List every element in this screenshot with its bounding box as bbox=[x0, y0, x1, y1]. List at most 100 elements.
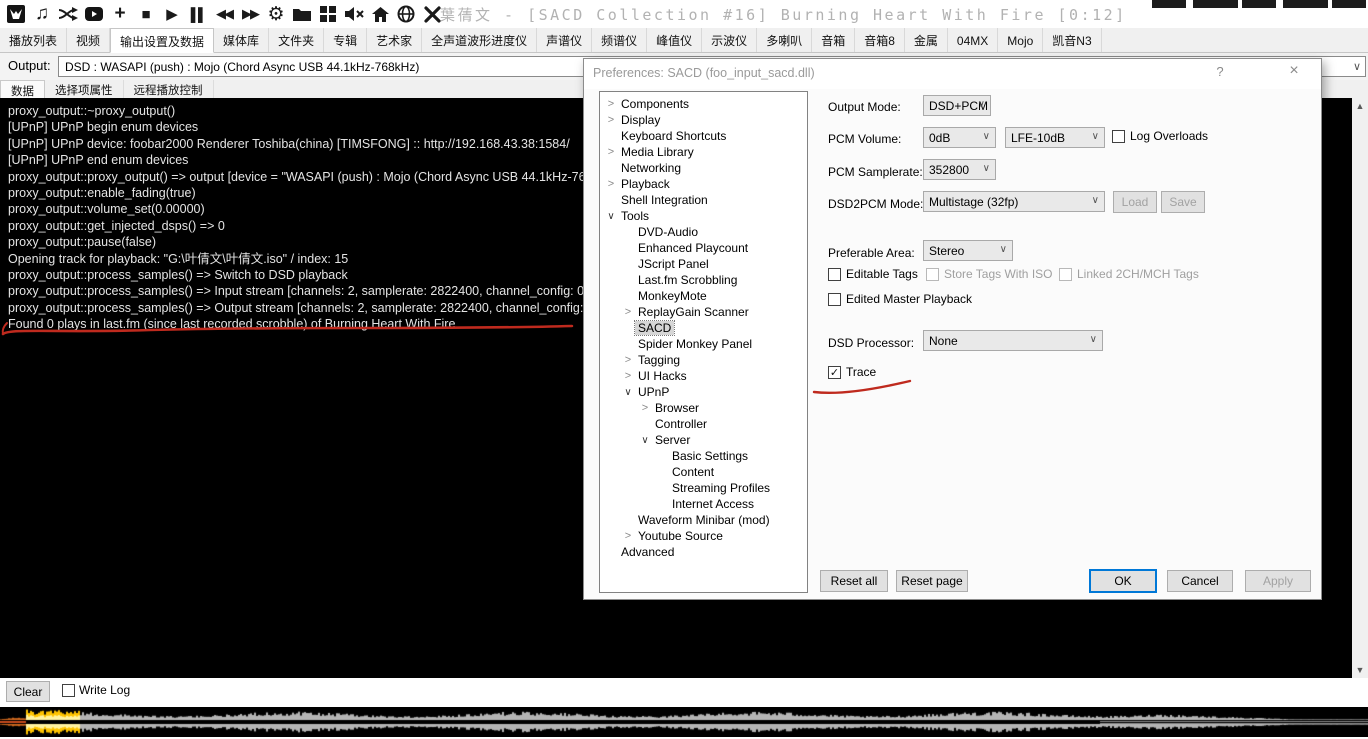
stop-icon[interactable]: ■ bbox=[134, 2, 158, 26]
console-scrollbar[interactable]: ▲ ▼ bbox=[1352, 98, 1368, 678]
log-overloads-option[interactable]: Log Overloads bbox=[1112, 129, 1208, 143]
preferable-area-combo[interactable]: Stereo∨ bbox=[923, 240, 1013, 261]
tree-item-youtube-source[interactable]: >Youtube Source bbox=[600, 528, 807, 544]
tab-播放列表[interactable]: 播放列表 bbox=[0, 28, 67, 52]
add-icon[interactable]: + bbox=[108, 2, 132, 26]
tab-音箱[interactable]: 音箱 bbox=[812, 28, 855, 52]
close-icon[interactable]: × bbox=[1281, 62, 1307, 84]
write-log-checkbox[interactable] bbox=[62, 684, 75, 697]
fast-forward-icon[interactable]: ▶▶ bbox=[238, 2, 262, 26]
tree-item-upnp[interactable]: ∨UPnP bbox=[600, 384, 807, 400]
tab-04MX[interactable]: 04MX bbox=[948, 28, 998, 52]
tree-item-browser[interactable]: >Browser bbox=[600, 400, 807, 416]
tree-item-replaygain-scanner[interactable]: >ReplayGain Scanner bbox=[600, 304, 807, 320]
tree-item-content[interactable]: Content bbox=[600, 464, 807, 480]
dsd2pcm-mode-combo[interactable]: Multistage (32fp)∨ bbox=[923, 191, 1105, 212]
tree-item-components[interactable]: >Components bbox=[600, 96, 807, 112]
tab-输出设置及数据[interactable]: 输出设置及数据 bbox=[110, 28, 214, 53]
scroll-up-icon[interactable]: ▲ bbox=[1352, 98, 1368, 114]
tree-item-media-library[interactable]: >Media Library bbox=[600, 144, 807, 160]
tree-item-waveform-minibar-mod-[interactable]: Waveform Minibar (mod) bbox=[600, 512, 807, 528]
trace-checkbox[interactable]: ✓ bbox=[828, 366, 841, 379]
mute-icon[interactable] bbox=[342, 2, 366, 26]
tab-视频[interactable]: 视频 bbox=[67, 28, 110, 52]
tab-凯音N3[interactable]: 凯音N3 bbox=[1043, 28, 1101, 52]
cancel-button[interactable]: Cancel bbox=[1167, 570, 1233, 592]
youtube-icon[interactable] bbox=[82, 2, 106, 26]
reset-page-button[interactable]: Reset page bbox=[896, 570, 968, 592]
tree-item-server[interactable]: ∨Server bbox=[600, 432, 807, 448]
pause-icon[interactable]: ▌▌ bbox=[186, 2, 210, 26]
tab-声谱仪[interactable]: 声谱仪 bbox=[537, 28, 592, 52]
subtab-远程播放控制[interactable]: 远程播放控制 bbox=[124, 80, 214, 98]
music-note-icon[interactable]: ♫ bbox=[30, 2, 54, 26]
dsd-processor-combo[interactable]: None∨ bbox=[923, 330, 1103, 351]
subtab-选择项属性[interactable]: 选择项属性 bbox=[45, 80, 124, 98]
reset-all-button[interactable]: Reset all bbox=[820, 570, 888, 592]
subtab-数据[interactable]: 数据 bbox=[0, 80, 45, 98]
tab-频谱仪[interactable]: 频谱仪 bbox=[592, 28, 647, 52]
tab-示波仪[interactable]: 示波仪 bbox=[702, 28, 757, 52]
tab-媒体库[interactable]: 媒体库 bbox=[214, 28, 269, 52]
tree-item-jscript-panel[interactable]: JScript Panel bbox=[600, 256, 807, 272]
apply-button[interactable]: Apply bbox=[1245, 570, 1311, 592]
tree-item-basic-settings[interactable]: Basic Settings bbox=[600, 448, 807, 464]
settings-gear-icon[interactable]: ⚙ bbox=[264, 2, 288, 26]
tab-Mojo[interactable]: Mojo bbox=[998, 28, 1043, 52]
tab-多喇叭[interactable]: 多喇叭 bbox=[757, 28, 812, 52]
tree-item-streaming-profiles[interactable]: Streaming Profiles bbox=[600, 480, 807, 496]
tree-item-spider-monkey-panel[interactable]: Spider Monkey Panel bbox=[600, 336, 807, 352]
tab-金属[interactable]: 金属 bbox=[905, 28, 948, 52]
save-button[interactable]: Save bbox=[1161, 191, 1205, 213]
trace-option[interactable]: ✓ Trace bbox=[828, 365, 876, 379]
log-overloads-checkbox[interactable] bbox=[1112, 130, 1125, 143]
tree-item-keyboard-shortcuts[interactable]: Keyboard Shortcuts bbox=[600, 128, 807, 144]
tree-item-ui-hacks[interactable]: >UI Hacks bbox=[600, 368, 807, 384]
tab-文件夹[interactable]: 文件夹 bbox=[269, 28, 324, 52]
editable-tags-option[interactable]: Editable Tags bbox=[828, 267, 918, 281]
tree-item-enhanced-playcount[interactable]: Enhanced Playcount bbox=[600, 240, 807, 256]
tree-item-shell-integration[interactable]: Shell Integration bbox=[600, 192, 807, 208]
load-button[interactable]: Load bbox=[1113, 191, 1157, 213]
tab-峰值仪[interactable]: 峰值仪 bbox=[647, 28, 702, 52]
tree-item-internet-access[interactable]: Internet Access bbox=[600, 496, 807, 512]
ok-button[interactable]: OK bbox=[1089, 569, 1157, 593]
tab-音箱8[interactable]: 音箱8 bbox=[855, 28, 905, 52]
edited-master-checkbox[interactable] bbox=[828, 293, 841, 306]
write-log-option[interactable]: Write Log bbox=[62, 683, 130, 697]
tab-全声道波形进度仪[interactable]: 全声道波形进度仪 bbox=[422, 28, 537, 52]
waveform-seekbar[interactable] bbox=[0, 707, 1368, 737]
foobar-logo-icon[interactable] bbox=[4, 2, 28, 26]
lfe-volume-combo[interactable]: LFE-10dB∨ bbox=[1005, 127, 1105, 148]
tree-item-dvd-audio[interactable]: DVD-Audio bbox=[600, 224, 807, 240]
tree-item-tagging[interactable]: >Tagging bbox=[600, 352, 807, 368]
help-icon[interactable]: ? bbox=[1209, 64, 1231, 84]
shuffle-icon[interactable] bbox=[56, 2, 80, 26]
chevron-right-icon: > bbox=[621, 530, 635, 542]
editable-tags-checkbox[interactable] bbox=[828, 268, 841, 281]
scroll-down-icon[interactable]: ▼ bbox=[1352, 662, 1368, 678]
edited-master-option[interactable]: Edited Master Playback bbox=[828, 292, 972, 306]
tree-item-networking[interactable]: Networking bbox=[600, 160, 807, 176]
tree-item-tools[interactable]: ∨Tools bbox=[600, 208, 807, 224]
tree-item-sacd[interactable]: SACD bbox=[600, 320, 807, 336]
rewind-icon[interactable]: ◀◀ bbox=[212, 2, 236, 26]
output-mode-combo[interactable]: DSD+PCM∨ bbox=[923, 95, 991, 116]
tree-item-display[interactable]: >Display bbox=[600, 112, 807, 128]
home-icon[interactable] bbox=[368, 2, 392, 26]
play-icon[interactable]: ▶ bbox=[160, 2, 184, 26]
tab-艺术家[interactable]: 艺术家 bbox=[367, 28, 422, 52]
web-globe-icon[interactable] bbox=[394, 2, 418, 26]
tab-专辑[interactable]: 专辑 bbox=[324, 28, 367, 52]
pcm-samplerate-combo[interactable]: 352800∨ bbox=[923, 159, 996, 180]
layout-grid-icon[interactable] bbox=[316, 2, 340, 26]
tree-item-playback[interactable]: >Playback bbox=[600, 176, 807, 192]
folder-icon[interactable] bbox=[290, 2, 314, 26]
tree-item-last-fm-scrobbling[interactable]: Last.fm Scrobbling bbox=[600, 272, 807, 288]
clear-button[interactable]: Clear bbox=[6, 681, 50, 702]
tree-item-monkeymote[interactable]: MonkeyMote bbox=[600, 288, 807, 304]
dialog-title-bar[interactable]: Preferences: SACD (foo_input_sacd.dll) ?… bbox=[584, 59, 1321, 89]
tree-item-advanced[interactable]: Advanced bbox=[600, 544, 807, 560]
tree-item-controller[interactable]: Controller bbox=[600, 416, 807, 432]
pcm-volume-combo[interactable]: 0dB∨ bbox=[923, 127, 996, 148]
